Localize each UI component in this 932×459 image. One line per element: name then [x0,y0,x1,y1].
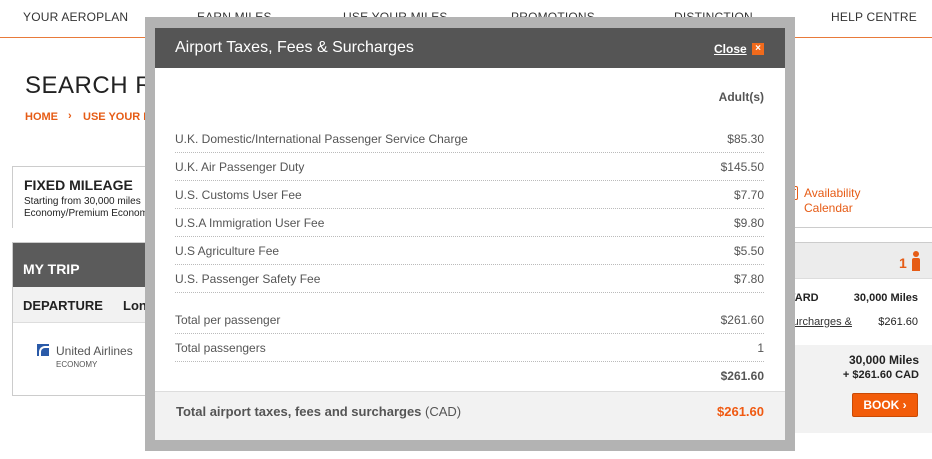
total-passengers-label: Total passengers [175,341,266,355]
summary-total-area: 30,000 Miles + $261.60 CAD [785,345,932,433]
fee-row: U.S. Passenger Safety Fee $7.80 [175,265,764,293]
book-button[interactable]: BOOK › [852,393,918,417]
fee-row: U.S Agriculture Fee $5.50 [175,237,764,265]
taxes-surcharges-link[interactable]: & Surcharges [785,316,852,328]
fee-label: U.K. Air Passenger Duty [175,160,305,174]
summary-header: Y 1 [785,243,932,279]
total-passengers-row: Total passengers 1 [175,334,764,362]
breadcrumb-home[interactable]: HOME [25,111,58,123]
fee-label: U.S.A Immigration User Fee [175,216,325,230]
fee-label: U.K. Domestic/International Passenger Se… [175,132,468,146]
total-miles: 30,000 Miles [848,353,919,367]
my-trip-title: MY TRIP [23,261,80,277]
fee-row: U.S.A Immigration User Fee $9.80 [175,209,764,237]
availability-calendar-label: Availability Calendar [804,186,861,215]
fee-row: U.K. Domestic/International Passenger Se… [175,125,764,153]
nav-help-centre[interactable]: HELP CENTRE [831,10,917,24]
subtotal-amount: $261.60 [720,369,764,383]
reward-miles: 30,000 Miles [853,292,918,304]
modal-header: Airport Taxes, Fees & Surcharges Close × [155,28,785,68]
taxes-amount: $261.60 [878,316,918,328]
departure-label: DEPARTURE [23,298,103,313]
airline-cabin: ECONOMY [56,360,98,369]
column-header-adults: Adult(s) [718,90,764,104]
total-per-passenger-row: Total per passenger $261.60 [175,306,764,334]
modal-overlay-frame: Airport Taxes, Fees & Surcharges Close ×… [145,17,795,451]
close-icon[interactable]: × [752,43,764,55]
fee-amount: $7.70 [733,188,764,202]
fixed-mileage-title: FIXED MILEAGE [24,177,133,193]
fee-amount: $145.50 [720,160,764,174]
footer-total: $261.60 [717,404,764,419]
footer-label-text: Total airport taxes, fees and surcharges [176,404,422,419]
airline-name: United Airlines [56,344,133,358]
total-cad: + $261.60 CAD [842,369,919,381]
footer-label: Total airport taxes, fees and surcharges… [176,404,461,419]
fixed-mileage-starting: Starting from 30,000 miles [24,196,141,207]
fee-row: U.S. Customs User Fee $7.70 [175,181,764,209]
fixed-mileage-cabin: Economy/Premium Econom [24,208,148,219]
fee-amount: $85.30 [727,132,764,146]
total-per-passenger-amount: $261.60 [720,313,764,327]
fee-label: U.S Agriculture Fee [175,244,280,258]
passenger-count: 1 [899,255,907,271]
fee-row: U.K. Air Passenger Duty $145.50 [175,153,764,181]
book-label: BOOK [863,398,900,412]
taxes-fees-modal: Airport Taxes, Fees & Surcharges Close ×… [155,28,785,440]
fee-label: U.S. Customs User Fee [175,188,302,202]
modal-title: Airport Taxes, Fees & Surcharges [175,39,414,56]
fee-amount: $5.50 [733,244,764,258]
footer-currency: (CAD) [425,404,462,419]
total-passengers-amount: 1 [757,341,764,355]
breadcrumb-chevron-icon: › [68,110,72,122]
total-per-passenger-label: Total per passenger [175,313,281,327]
fee-amount: $7.80 [733,272,764,286]
united-logo-icon [37,344,49,356]
modal-footer: Total airport taxes, fees and surcharges… [155,391,785,440]
close-label: Close [714,42,747,56]
subtotal-row: $261.60 [175,362,764,390]
fee-label: U.S. Passenger Safety Fee [175,272,321,286]
person-icon [911,251,921,271]
fee-amount: $9.80 [733,216,764,230]
nav-your-aeroplan[interactable]: YOUR AEROPLAN [23,10,128,24]
